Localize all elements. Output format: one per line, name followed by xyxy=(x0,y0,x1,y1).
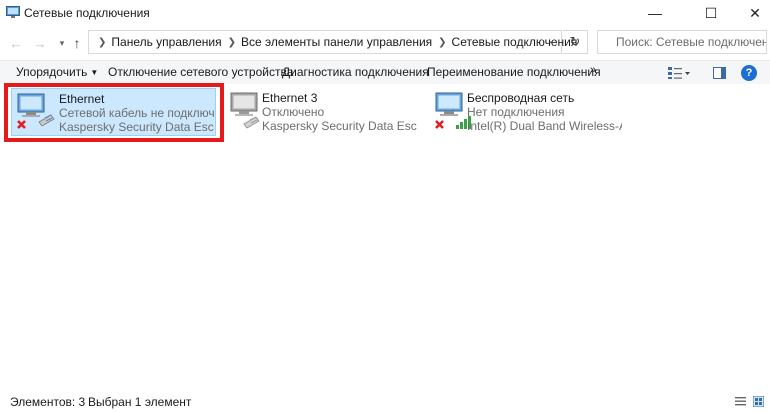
search-placeholder: Поиск: Сетевые подключения xyxy=(616,35,767,49)
connection-item-ethernet-3[interactable]: Ethernet 3 Отключено Kaspersky Security … xyxy=(225,88,425,136)
address-bar[interactable]: ❯ Панель управления ❯ Все элементы панел… xyxy=(88,30,577,54)
breadcrumb-control-panel[interactable]: Панель управления xyxy=(111,35,221,49)
breadcrumb-network-connections[interactable]: Сетевые подключения xyxy=(452,35,578,49)
breadcrumb-all-items[interactable]: Все элементы панели управления xyxy=(241,35,432,49)
red-highlight-frame xyxy=(4,83,224,142)
refresh-icon: ↻ xyxy=(569,34,581,49)
breadcrumb-separator-icon[interactable]: ❯ xyxy=(438,37,446,48)
minimize-button[interactable]: — xyxy=(632,0,678,26)
title-bar: Сетевые подключения — ☐ ✕ xyxy=(0,0,770,26)
more-commands-button[interactable]: » xyxy=(590,64,596,76)
forward-arrow-icon[interactable]: → xyxy=(31,34,49,52)
organize-menu-button[interactable]: Упорядочить ▼ xyxy=(16,65,98,79)
details-view-icon[interactable] xyxy=(735,396,746,407)
network-connections-icon xyxy=(6,6,20,18)
window-title: Сетевые подключения xyxy=(24,6,150,20)
close-button[interactable]: ✕ xyxy=(732,0,770,26)
help-icon[interactable]: ? xyxy=(741,65,757,81)
organize-chevron-down-icon: ▼ xyxy=(90,68,99,77)
command-bar: Упорядочить ▼ Отключение сетевого устройс… xyxy=(0,60,770,84)
rename-connection-button[interactable]: Переименование подключения xyxy=(427,65,601,79)
maximize-button[interactable]: ☐ xyxy=(688,0,734,26)
disable-device-button[interactable]: Отключение сетевого устройства xyxy=(108,65,293,79)
change-view-icon[interactable] xyxy=(667,66,691,80)
connection-status: Нет подключения xyxy=(467,105,565,119)
connection-name: Ethernet 3 xyxy=(262,91,318,105)
selection-count: Выбран 1 элемент xyxy=(88,395,192,409)
back-arrow-icon[interactable]: ← xyxy=(7,34,25,52)
breadcrumb-separator-icon[interactable]: ❯ xyxy=(228,37,236,48)
connection-device: Kaspersky Security Data Escort Ad... xyxy=(262,119,417,133)
status-bar: Элементов: 3 Выбран 1 элемент xyxy=(0,392,770,412)
item-count: Элементов: 3 xyxy=(10,395,86,409)
up-arrow-icon[interactable]: ↑ xyxy=(68,34,86,52)
item-text: Ethernet 3 Отключено Kaspersky Security … xyxy=(262,91,417,133)
tiles-view-icon[interactable] xyxy=(753,396,764,407)
preview-pane-icon[interactable] xyxy=(713,67,726,79)
navigation-bar: ← → ▾ ↑ ❯ Панель управления ❯ Все элемен… xyxy=(0,26,770,60)
address-dropdown-chevron-icon[interactable]: ⌄ xyxy=(547,35,555,46)
diagnose-connection-button[interactable]: Диагностика подключения xyxy=(282,65,429,79)
breadcrumb-separator-icon[interactable]: ❯ xyxy=(98,37,106,48)
search-input[interactable]: Поиск: Сетевые подключения xyxy=(597,30,767,54)
connection-name: Беспроводная сеть xyxy=(467,91,575,105)
connection-status: Отключено xyxy=(262,105,325,119)
refresh-button[interactable]: ↻ xyxy=(563,30,588,54)
item-text: Беспроводная сеть Нет подключения Intel(… xyxy=(467,91,622,133)
connection-device: Intel(R) Dual Band Wireless-AC 82... xyxy=(467,119,622,133)
connection-item-wireless[interactable]: Беспроводная сеть Нет подключения Intel(… xyxy=(430,88,630,136)
organize-label: Упорядочить xyxy=(16,65,88,79)
